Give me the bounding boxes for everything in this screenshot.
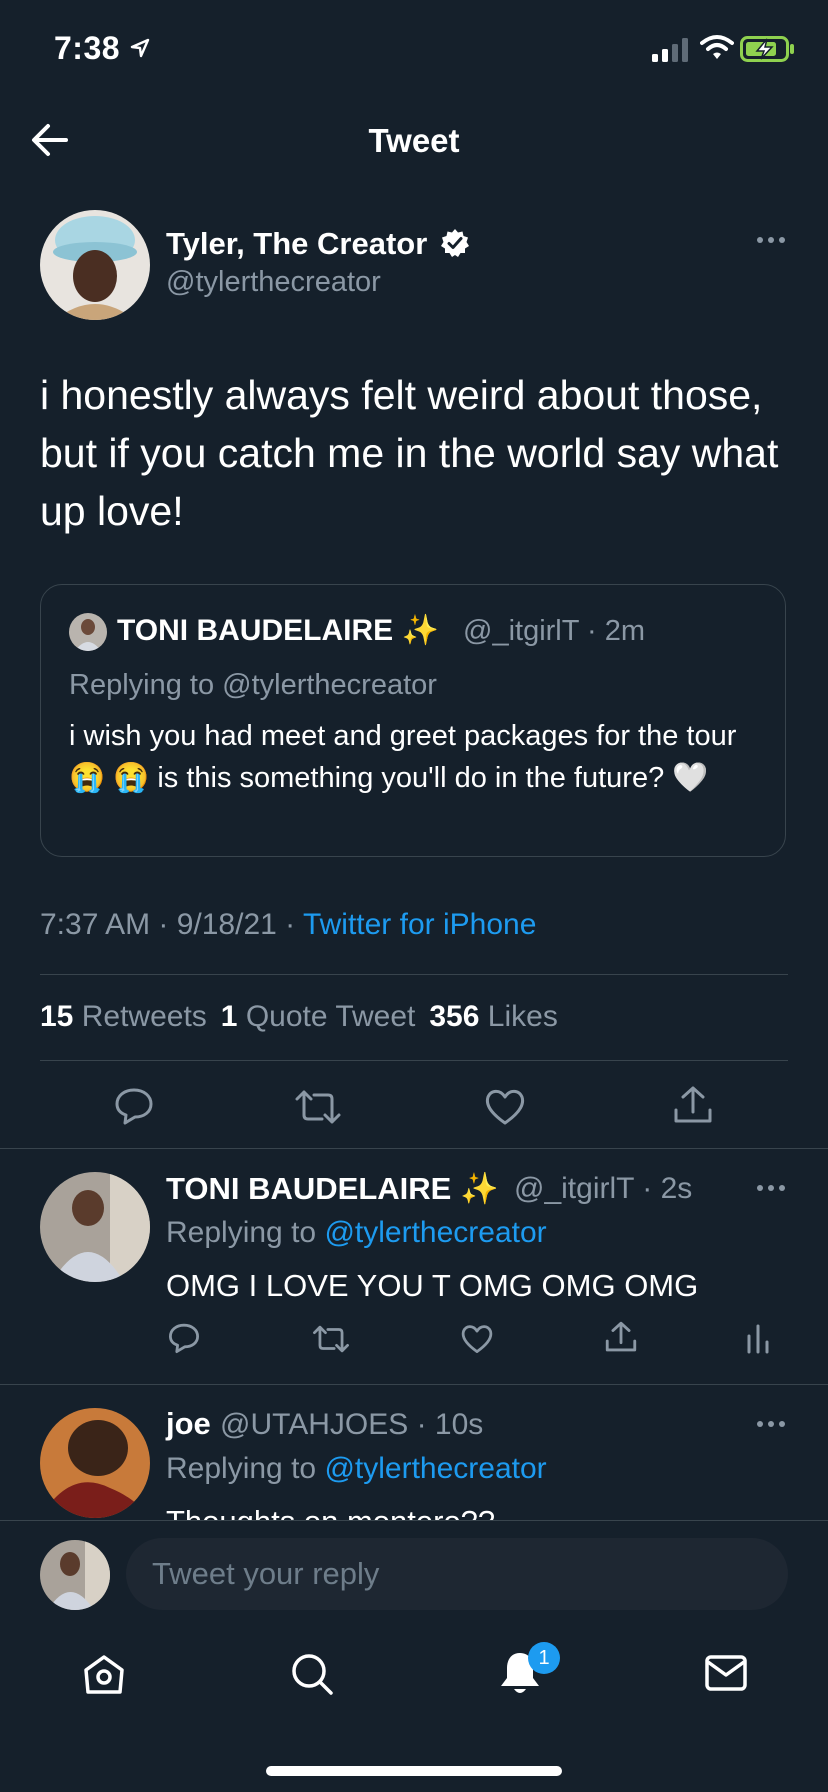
reply-clip-region: joe @UTAHJOES · 10s Replying to @tylerth… [0, 1385, 828, 1520]
current-user-avatar [40, 1540, 110, 1610]
like-heart-icon[interactable] [484, 1088, 526, 1126]
home-icon[interactable] [82, 1652, 126, 1696]
replying-handle-link[interactable]: @tylerthecreator [324, 1452, 546, 1485]
verified-badge-icon [441, 229, 469, 257]
reply-text: Thoughts on montero?? [166, 1504, 495, 1520]
likes-stat[interactable]: 356 Likes [429, 1000, 557, 1033]
quoted-author-handle-time: @_itgirlT · 2m [463, 615, 645, 647]
retweet-icon[interactable] [294, 1088, 342, 1126]
retweets-stat[interactable]: 15 Retweets [40, 1000, 207, 1033]
share-icon[interactable] [604, 1320, 638, 1354]
messages-mail-icon[interactable] [704, 1654, 748, 1692]
more-options-icon[interactable] [756, 1184, 786, 1192]
like-heart-icon[interactable] [460, 1324, 494, 1354]
source-link[interactable]: Twitter for iPhone [303, 908, 536, 941]
quote-tweets-stat[interactable]: 1 Quote Tweet [221, 1000, 416, 1033]
quoted-tweet-text: i wish you had meet and greet packages f… [69, 720, 737, 794]
quotes-count: 1 [220, 1000, 238, 1033]
author-avatar[interactable] [40, 210, 150, 320]
replying-prefix: Replying to [166, 1216, 325, 1249]
divider [0, 1148, 828, 1149]
page-title: Tweet [368, 122, 460, 159]
replying-prefix: Replying to [166, 1452, 325, 1485]
home-indicator[interactable] [266, 1766, 562, 1776]
retweet-icon[interactable] [312, 1324, 350, 1354]
more-options-icon[interactable] [756, 236, 786, 244]
likes-label: Likes [487, 1000, 558, 1033]
search-icon[interactable] [290, 1652, 334, 1696]
tweet-timestamp: 7:37 AM · 9/18/21 · Twitter for iPhone [40, 908, 536, 942]
reply-icon[interactable] [114, 1086, 154, 1126]
cellular-signal-icon [652, 38, 688, 62]
quoted-author-avatar [69, 613, 107, 651]
reply-handle-time: @UTAHJOES · 10s [220, 1408, 484, 1441]
quoted-replying-to: Replying to @tylerthecreator [69, 669, 437, 701]
reply-avatar[interactable] [40, 1172, 150, 1282]
wifi-icon [700, 35, 734, 59]
quoted-author-name: TONI BAUDELAIRE ✨ [117, 614, 439, 647]
retweets-label: Retweets [81, 1000, 207, 1033]
reply-replying-to: Replying to @tylerthecreator [166, 1452, 547, 1486]
reply-compose-input[interactable] [126, 1538, 788, 1610]
engagement-stats: 15 Retweets 1 Quote Tweet 356 Likes [40, 1000, 558, 1034]
quotes-label: Quote Tweet [245, 1000, 416, 1033]
divider [0, 1520, 828, 1521]
share-icon[interactable] [672, 1084, 714, 1126]
more-options-icon[interactable] [756, 1420, 786, 1428]
reply-author-name[interactable]: joe [166, 1406, 211, 1442]
reply-text: OMG I LOVE YOU T OMG OMG OMG [166, 1268, 699, 1303]
status-time: 7:38 [54, 30, 121, 66]
quoted-tweet-card[interactable]: TONI BAUDELAIRE ✨ @_itgirlT · 2m Replyin… [40, 584, 786, 857]
analytics-icon[interactable] [746, 1324, 770, 1354]
battery-charging-icon [740, 36, 794, 62]
tweet-text: i honestly always felt weird about those… [40, 372, 779, 534]
author-name[interactable]: Tyler, The Creator [166, 226, 427, 262]
reply-replying-to: Replying to @tylerthecreator [166, 1216, 547, 1250]
author-handle[interactable]: @tylerthecreator [166, 266, 381, 299]
likes-count: 356 [429, 1000, 480, 1033]
timestamp-date: 7:37 AM · 9/18/21 · [40, 908, 303, 941]
notification-count-badge: 1 [528, 1642, 560, 1674]
location-arrow-icon [130, 38, 150, 58]
reply-avatar[interactable] [40, 1408, 150, 1518]
divider [40, 1060, 788, 1061]
retweets-count: 15 [40, 1000, 74, 1033]
reply-author-name[interactable]: TONI BAUDELAIRE ✨ [166, 1170, 499, 1207]
divider [40, 974, 788, 975]
reply-icon[interactable] [168, 1322, 200, 1354]
reply-handle-time: @_itgirlT · 2s [514, 1172, 693, 1205]
replying-handle-link[interactable]: @tylerthecreator [324, 1216, 546, 1249]
